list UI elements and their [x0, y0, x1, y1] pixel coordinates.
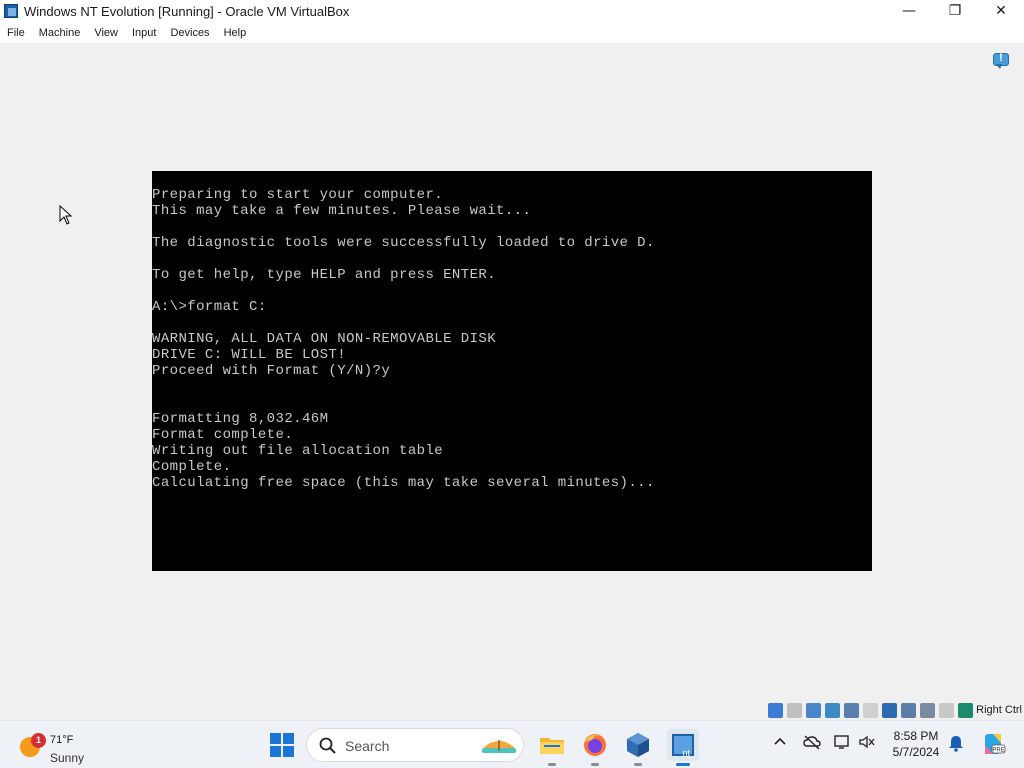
- keyboard-icon[interactable]: [958, 702, 974, 718]
- virtualbox-app-icon: [3, 3, 19, 19]
- file-explorer-icon: [540, 738, 564, 754]
- console-line: Preparing to start your computer.: [152, 187, 444, 203]
- video-capture-icon[interactable]: [901, 702, 917, 718]
- volume-icon[interactable]: [858, 734, 876, 750]
- system-clock[interactable]: 8:58 PM 5/7/2024: [880, 728, 952, 760]
- usb-icon[interactable]: [844, 702, 860, 718]
- maximize-button[interactable]: ❐: [932, 0, 978, 22]
- console-line: Complete.: [152, 459, 232, 475]
- menu-file[interactable]: File: [0, 27, 32, 39]
- console-line: Formatting 8,032.46M: [152, 411, 329, 427]
- mouse-integration-icon[interactable]: [939, 702, 955, 718]
- virtualbox-icon: [627, 733, 649, 757]
- menu-devices[interactable]: Devices: [163, 27, 216, 39]
- console-line: Format complete.: [152, 427, 294, 443]
- search-icon: [319, 737, 336, 754]
- search-highlight-icon: [482, 740, 516, 753]
- weather-condition: Sunny: [50, 751, 85, 765]
- display-icon[interactable]: [882, 702, 898, 718]
- minimize-button[interactable]: —: [886, 0, 932, 22]
- show-hidden-icons-chevron[interactable]: [773, 735, 787, 749]
- firefox-button[interactable]: [579, 729, 611, 766]
- window-titlebar[interactable]: Windows NT Evolution [Running] - Oracle …: [0, 0, 1024, 22]
- menu-bar: File Machine View Input Devices Help: [0, 22, 1024, 43]
- menu-machine[interactable]: Machine: [32, 27, 88, 39]
- taskbar: 1 71°F Sunny Search nt 8:58 PM 5/7/2024 …: [0, 720, 1024, 768]
- mouse-pointer-icon: [59, 205, 73, 225]
- virtualization-icon[interactable]: [920, 702, 936, 718]
- svg-text:nt: nt: [682, 748, 690, 758]
- start-button[interactable]: [270, 733, 294, 757]
- menu-view[interactable]: View: [87, 27, 125, 39]
- console-line: The diagnostic tools were successfully l…: [152, 235, 655, 251]
- file-explorer-button[interactable]: [536, 729, 568, 766]
- taskbar-search[interactable]: Search: [306, 728, 524, 762]
- weather-badge: 1: [31, 733, 46, 748]
- console-line: To get help, type HELP and press ENTER.: [152, 267, 497, 283]
- console-line: Calculating free space (this may take se…: [152, 475, 655, 491]
- onedrive-icon[interactable]: [803, 734, 821, 750]
- menu-input[interactable]: Input: [125, 27, 163, 39]
- shared-folders-icon[interactable]: [863, 702, 879, 718]
- windows-nt-vm-icon: nt: [672, 734, 694, 758]
- search-label: Search: [345, 738, 390, 754]
- console-line: Writing out file allocation table: [152, 443, 444, 459]
- close-button[interactable]: ✕: [978, 0, 1024, 22]
- hard-disk-icon[interactable]: [768, 702, 784, 718]
- network-status-icon[interactable]: [834, 734, 852, 750]
- console-output: Preparing to start your computer. This ma…: [152, 187, 655, 491]
- network-icon[interactable]: [825, 702, 841, 718]
- window-title: Windows NT Evolution [Running] - Oracle …: [24, 3, 350, 19]
- clock-time: 8:58 PM: [893, 729, 939, 743]
- host-key-label[interactable]: Right Ctrl: [976, 704, 1022, 716]
- weather-temperature: 71°F: [50, 734, 74, 746]
- weather-widget[interactable]: 1 71°F Sunny: [18, 727, 98, 765]
- notification-message-icon[interactable]: !: [993, 52, 1011, 69]
- notification-bell-icon[interactable]: [948, 734, 964, 752]
- copilot-icon[interactable]: PRE: [980, 731, 1006, 757]
- firefox-icon: [584, 734, 606, 756]
- vm-status-bar: Right Ctrl: [0, 700, 1024, 720]
- console-line: WARNING, ALL DATA ON NON-REMOVABLE DISK: [152, 331, 497, 347]
- vm-display[interactable]: Preparing to start your computer. This ma…: [152, 171, 872, 571]
- console-line: This may take a few minutes. Please wait…: [152, 203, 532, 219]
- optical-drive-icon[interactable]: [787, 702, 803, 718]
- console-line: Proceed with Format (Y/N)?y: [152, 363, 391, 379]
- audio-icon[interactable]: [806, 702, 822, 718]
- svg-text:PRE: PRE: [992, 748, 1004, 754]
- console-line: A:\>format C:: [152, 299, 267, 315]
- console-line: DRIVE C: WILL BE LOST!: [152, 347, 347, 363]
- clock-date: 5/7/2024: [892, 745, 940, 759]
- menu-help[interactable]: Help: [217, 27, 254, 39]
- windows-nt-vm-button[interactable]: nt: [667, 729, 699, 766]
- virtualbox-button[interactable]: [622, 729, 654, 766]
